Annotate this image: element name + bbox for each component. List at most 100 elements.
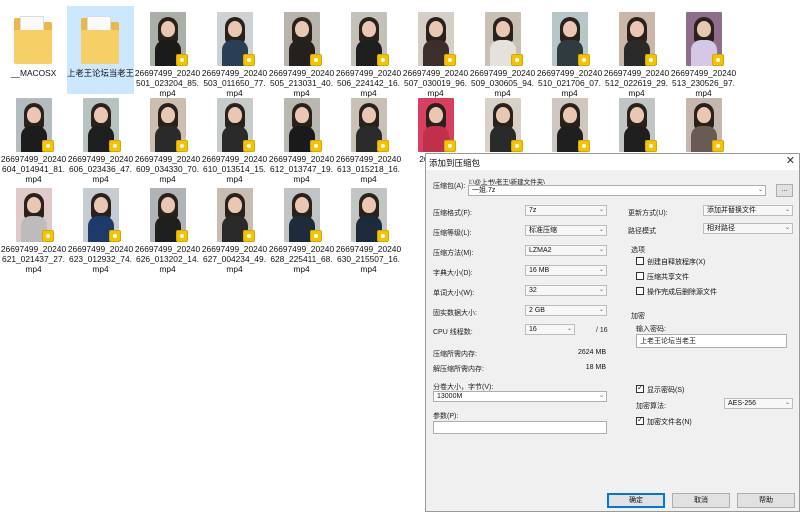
mem-decompress-label: 解压缩所需内存: [433, 366, 484, 373]
encrypt-method-label: 加密算法: [636, 403, 666, 410]
cpu-label: CPU 线程数: [433, 329, 473, 336]
file-label: 26697499_20240612_013747_19.mp4 [268, 154, 335, 184]
file-label: 26697499_20240623_012932_74.mp4 [67, 244, 134, 274]
cpu-value: 16 [529, 326, 537, 333]
encrypt-group-title: 加密 [631, 313, 645, 320]
video-file-item[interactable]: 26697499_20240507_030019_96.mp4 [402, 6, 469, 98]
encrypt-method-select[interactable]: AES-256 ⌄ [724, 398, 793, 409]
shared-label: 压缩共享文件 [647, 274, 689, 281]
video-file-item[interactable]: 26697499_20240621_021437_27.mp4 [0, 182, 67, 274]
params-input[interactable] [433, 421, 607, 434]
method-select[interactable]: LZMA2 ⌄ [525, 245, 607, 256]
level-label: 压缩等级(L): [433, 230, 472, 237]
params-label: 参数(P): [433, 413, 459, 420]
folder-item-selected[interactable]: 上老王论坛当老王 [67, 6, 134, 94]
cancel-button[interactable]: 取消 [672, 493, 730, 508]
video-file-icon [511, 54, 523, 66]
shared-checkbox[interactable] [636, 272, 644, 280]
help-button[interactable]: 帮助 [737, 493, 795, 508]
sfx-checkbox[interactable] [636, 257, 644, 265]
archive-name-input[interactable]: 一姐.7z ⌄ [468, 185, 766, 196]
word-select[interactable]: 32 ⌄ [525, 285, 607, 296]
split-input[interactable]: 13000M ⌄ [433, 391, 607, 402]
video-file-item[interactable]: 26697499_20240628_225411_68.mp4 [268, 182, 335, 274]
video-file-icon [377, 230, 389, 242]
file-label: 26697499_20240621_021437_27.mp4 [0, 244, 67, 274]
video-file-item[interactable]: 26697499_20240630_215507_16.mp4 [335, 182, 402, 274]
video-file-item[interactable]: 26697499_20240613_015218_16.mp4 [335, 92, 402, 184]
encrypt-method-value: AES-256 [728, 400, 757, 407]
folder-icon [14, 16, 52, 66]
chevron-down-icon: ⌄ [784, 207, 790, 213]
video-file-icon [243, 54, 255, 66]
chevron-down-icon: ⌄ [598, 247, 604, 253]
video-file-icon [377, 140, 389, 152]
video-file-icon [712, 140, 724, 152]
video-file-icon [645, 140, 657, 152]
video-file-item[interactable]: 26697499_20240503_011650_77.mp4 [201, 6, 268, 98]
video-file-icon [444, 54, 456, 66]
archive-label: 压缩包(A): [433, 183, 466, 190]
folder-label: 上老王论坛当老王 [67, 68, 134, 78]
video-file-item[interactable]: 26697499_20240510_021706_07.mp4 [536, 6, 603, 98]
video-file-item[interactable]: 26697499_20240509_030605_94.mp4 [469, 6, 536, 98]
video-file-item[interactable]: 26697499_20240512_022619_29.mp4 [603, 6, 670, 98]
folder-icon [81, 16, 119, 66]
video-file-icon [42, 230, 54, 242]
video-file-item[interactable]: 26697499_20240612_013747_19.mp4 [268, 92, 335, 184]
video-file-item[interactable]: 26697499_20240627_004234_49.mp4 [201, 182, 268, 274]
options-group-title: 选项 [631, 247, 645, 254]
video-file-item[interactable]: 26697499_20240506_224142_16.mp4 [335, 6, 402, 98]
file-label: 26697499_20240606_023436_47.mp4 [67, 154, 134, 184]
video-file-icon [243, 140, 255, 152]
browse-button[interactable]: ... [776, 184, 793, 197]
video-file-item[interactable]: 26697499_20240626_013202_14.mp4 [134, 182, 201, 274]
video-file-item[interactable]: 26697499_20240609_034330_70.mp4 [134, 92, 201, 184]
chevron-down-icon: ⌄ [566, 326, 572, 332]
show-password-checkbox[interactable] [636, 383, 644, 393]
archive-name-value: 一姐.7z [472, 187, 496, 194]
update-select[interactable]: 添加并替换文件 ⌄ [703, 205, 793, 216]
chevron-down-icon: ⌄ [598, 287, 604, 293]
path-mode-select[interactable]: 相对路径 ⌄ [703, 223, 793, 234]
mem-compress-value: 2624 MB [577, 349, 606, 356]
chevron-down-icon: ⌄ [784, 225, 790, 231]
video-file-item[interactable]: 26697499_20240505_213031_40.mp4 [268, 6, 335, 98]
folder-item[interactable]: __MACOSX [0, 6, 67, 94]
format-value: 7z [529, 207, 537, 214]
delete-source-label: 操作完成后删除源文件 [647, 289, 717, 296]
file-label: 26697499_20240627_004234_49.mp4 [201, 244, 268, 274]
ok-button[interactable]: 确定 [607, 493, 665, 508]
chevron-down-icon: ⌄ [598, 227, 604, 233]
password-input[interactable]: 上老王论坛当老王 [636, 334, 787, 348]
video-file-icon [109, 140, 121, 152]
video-file-item[interactable]: 26697499_20240623_012932_74.mp4 [67, 182, 134, 274]
format-select[interactable]: 7z ⌄ [525, 205, 607, 216]
delete-source-checkbox[interactable] [636, 287, 644, 295]
video-file-icon [444, 140, 456, 152]
file-label: 26697499_20240628_225411_68.mp4 [268, 244, 335, 274]
path-mode-label: 路径模式 [628, 228, 656, 235]
video-file-item[interactable]: 26697499_20240501_023204_85.mp4 [134, 6, 201, 98]
level-select[interactable]: 标准压缩 ⌄ [525, 225, 607, 236]
chevron-down-icon: ⌄ [598, 307, 604, 313]
encrypt-names-checkbox[interactable] [636, 415, 644, 425]
level-value: 标准压缩 [529, 227, 557, 234]
word-value: 32 [529, 287, 537, 294]
dict-label: 字典大小(D): [433, 270, 473, 277]
video-file-icon [511, 140, 523, 152]
close-icon[interactable]: ✕ [786, 155, 795, 168]
folder-label: __MACOSX [10, 68, 57, 78]
video-file-item[interactable]: 26697499_20240610_013514_15.mp4 [201, 92, 268, 184]
video-file-icon [176, 230, 188, 242]
video-file-item[interactable]: 26697499_20240513_230526_97.mp4 [670, 6, 737, 98]
cpu-select[interactable]: 16 ⌄ [525, 324, 575, 335]
video-file-item[interactable]: 26697499_20240604_014941_81.mp4 [0, 92, 67, 184]
file-label: 26697499_20240610_013514_15.mp4 [201, 154, 268, 184]
solid-select[interactable]: 2 GB ⌄ [525, 305, 607, 316]
dict-select[interactable]: 16 MB ⌄ [525, 265, 607, 276]
path-mode-value: 相对路径 [707, 225, 735, 232]
chevron-down-icon: ⌄ [757, 187, 763, 193]
split-value: 13000M [437, 393, 463, 400]
video-file-item[interactable]: 26697499_20240606_023436_47.mp4 [67, 92, 134, 184]
